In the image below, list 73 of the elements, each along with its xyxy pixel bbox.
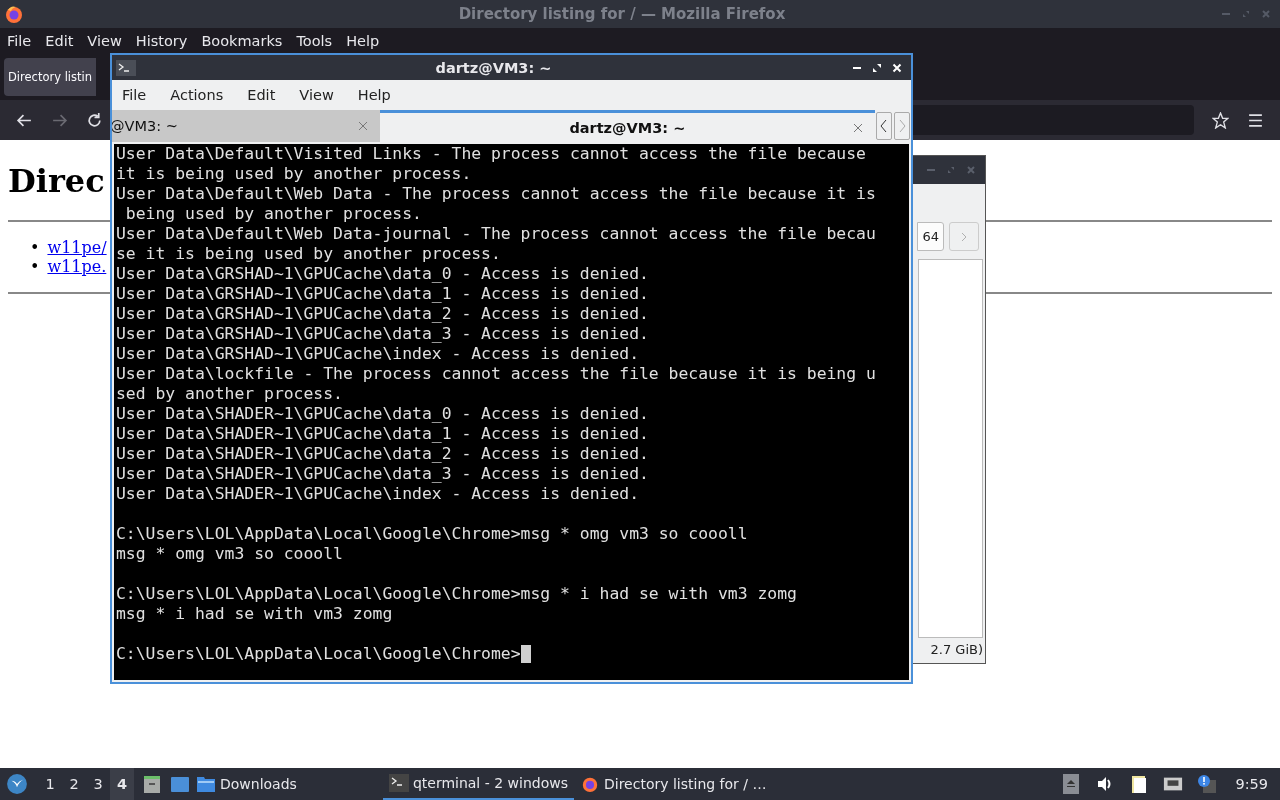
desktop-switch[interactable]: 1 bbox=[38, 768, 62, 800]
bullet: • bbox=[30, 257, 40, 276]
terminal-line: User Data\GRSHAD~1\GPUCache\data_1 - Access is denied. bbox=[116, 284, 649, 304]
folder-icon bbox=[196, 775, 216, 793]
start-menu-icon[interactable] bbox=[6, 773, 28, 795]
browser-logo-icon bbox=[580, 775, 600, 793]
terminal-icon bbox=[116, 59, 136, 76]
terminal-line: User Data\GRSHAD~1\GPUCache\data_0 - Access is denied. bbox=[116, 264, 649, 284]
menu-item[interactable]: Edit bbox=[45, 33, 74, 49]
page-heading: Direc bbox=[8, 162, 105, 200]
terminal-line: se it is being used by another process. bbox=[116, 244, 501, 264]
menu-item[interactable]: Actions bbox=[170, 87, 224, 103]
menu-item[interactable]: Edit bbox=[247, 87, 276, 103]
terminal-line: msg * omg vm3 so coooll bbox=[116, 544, 343, 564]
terminal-line: User Data\SHADER~1\GPUCache\index - Access is denied. bbox=[116, 484, 639, 504]
scroll-left-button[interactable] bbox=[876, 112, 892, 140]
clock: 9:59 bbox=[1235, 776, 1268, 792]
menu-item[interactable]: View bbox=[87, 33, 122, 49]
terminal-line: C:\Users\LOL\AppData\Local\Google\Chrome>msg * omg vm3 so coooll bbox=[116, 524, 748, 544]
file-link[interactable]: w11pe/ bbox=[47, 238, 107, 257]
terminal-line: C:\Users\LOL\AppData\Local\Google\Chrome>msg * i had se with vm3 zomg bbox=[116, 584, 797, 604]
text-cursor bbox=[520, 645, 531, 663]
terminal-line: User Data\SHADER~1\GPUCache\data_1 - Access is denied. bbox=[116, 424, 649, 444]
terminal-line: User Data\lockfile - The process cannot access the file because it is being u bbox=[116, 364, 876, 384]
path-button[interactable]: 64 bbox=[917, 222, 944, 251]
terminal-line: User Data\SHADER~1\GPUCache\data_2 - Access is denied. bbox=[116, 444, 649, 464]
terminal-line: User Data\Default\Web Data - The process cannot access the file because it is bbox=[116, 184, 876, 204]
terminal-line: User Data\GRSHAD~1\GPUCache\data_3 - Access is denied. bbox=[116, 324, 649, 344]
chevron-left-icon bbox=[880, 119, 888, 133]
terminal-line: User Data\SHADER~1\GPUCache\data_0 - Access is denied. bbox=[116, 404, 649, 424]
file-link[interactable]: w11pe. bbox=[47, 257, 107, 276]
window-title: dartz@VM3: ~ bbox=[434, 59, 553, 76]
terminal-line: msg * i had se with vm3 zomg bbox=[116, 604, 393, 624]
menu-item[interactable]: Tools bbox=[296, 33, 333, 49]
eject-icon[interactable] bbox=[1061, 774, 1082, 794]
menu-item[interactable]: Help bbox=[357, 87, 391, 103]
menu-item[interactable]: Help bbox=[346, 33, 380, 49]
taskbar-button[interactable]: qterminal - 2 windows bbox=[382, 768, 574, 800]
desktop-switch[interactable]: 3 bbox=[86, 768, 110, 800]
terminal-line: being used by another process. bbox=[124, 204, 422, 224]
desktop-switch[interactable]: 4 bbox=[110, 768, 134, 800]
window-title: Directory listing for / — Mozilla Firefox bbox=[457, 5, 787, 23]
taskbar-button[interactable]: Directory listing for / … bbox=[574, 768, 773, 800]
chevron-right-icon bbox=[959, 231, 969, 242]
browser-tab[interactable]: Directory listin bbox=[4, 58, 97, 96]
close-icon[interactable] bbox=[891, 61, 903, 74]
menu-item[interactable]: Bookmarks bbox=[201, 33, 283, 49]
terminal-line: User Data\Default\Visited Links - The process cannot access the file because bbox=[116, 144, 866, 164]
terminal-line: User Data\SHADER~1\GPUCache\data_3 - Access is denied. bbox=[116, 464, 649, 484]
terminal-line: sed by another process. bbox=[116, 384, 343, 404]
window-icon[interactable] bbox=[170, 774, 190, 794]
notification-icon[interactable] bbox=[1197, 774, 1218, 794]
menu-item[interactable]: History bbox=[135, 33, 188, 49]
maximize-icon[interactable] bbox=[871, 61, 883, 74]
menu-item[interactable]: File bbox=[7, 33, 32, 49]
menu-item[interactable]: View bbox=[299, 87, 334, 103]
chevron-right-icon bbox=[898, 119, 906, 133]
browser-logo-icon bbox=[4, 4, 24, 24]
taskbar-button[interactable]: Downloads bbox=[190, 768, 303, 800]
menu-item[interactable]: File bbox=[122, 87, 147, 103]
terminal-line: User Data\GRSHAD~1\GPUCache\data_2 - Access is denied. bbox=[116, 304, 649, 324]
menu-icon[interactable] bbox=[1247, 111, 1264, 129]
file-cabinet-icon[interactable] bbox=[142, 774, 162, 794]
star-icon[interactable] bbox=[1212, 111, 1229, 129]
status-text: 2.7 GiB) bbox=[930, 642, 983, 657]
terminal-line: User Data\Default\Web Data-journal - The process cannot access the file becau bbox=[116, 224, 876, 244]
reload-icon[interactable] bbox=[86, 111, 103, 129]
terminal-line: C:\Users\LOL\AppData\Local\Google\Chrome> bbox=[116, 644, 521, 664]
desktop-switch[interactable]: 2 bbox=[62, 768, 86, 800]
terminal-icon bbox=[388, 774, 409, 792]
bullet: • bbox=[30, 238, 40, 257]
terminal-line: User Data\GRSHAD~1\GPUCache\index - Access is denied. bbox=[116, 344, 639, 364]
terminal-line: it is being used by another process. bbox=[116, 164, 472, 184]
